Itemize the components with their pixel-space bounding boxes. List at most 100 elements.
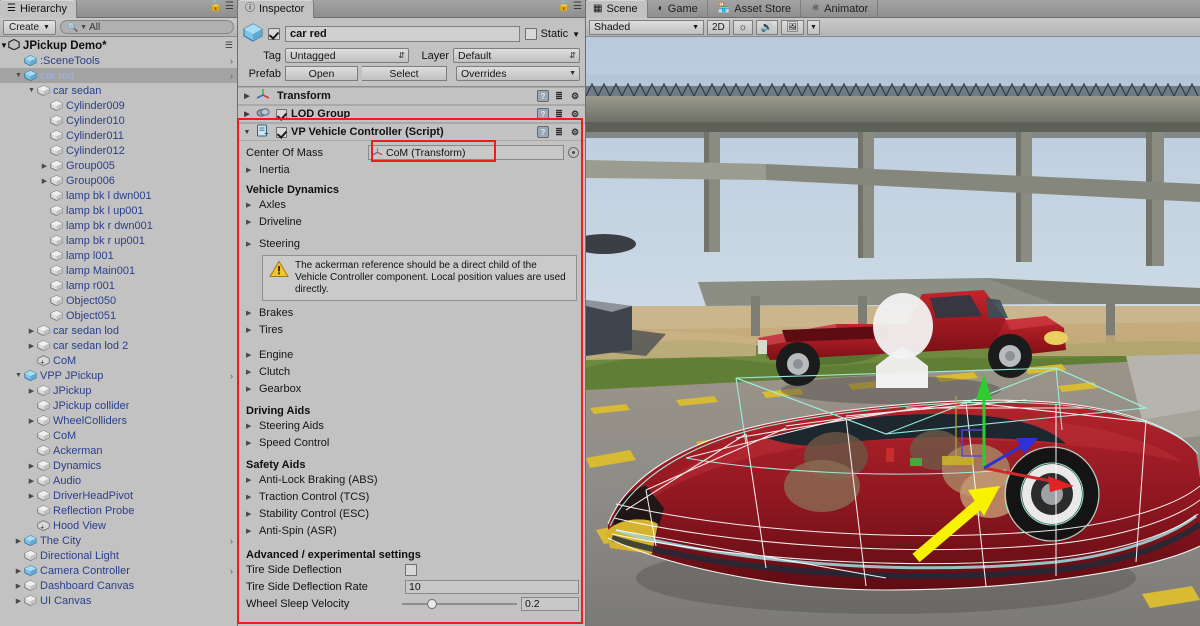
foldout-asr[interactable]: ▶ Anti-Spin (ASR): [238, 522, 585, 539]
chevron-down-icon[interactable]: ▼: [242, 129, 252, 136]
chevron-right-icon[interactable]: ▶: [26, 342, 37, 350]
chevron-right-icon[interactable]: ▶: [13, 597, 24, 605]
hierarchy-item-lamp-bk-r-up001[interactable]: lamp bk r up001: [0, 233, 237, 248]
tab-scene[interactable]: ▦ Scene: [586, 0, 648, 18]
chevron-down-icon[interactable]: ▼: [0, 41, 8, 50]
hierarchy-tree[interactable]: :SceneTools › ▼ car red › ▼ car sedan Cylinder0…: [0, 53, 237, 626]
hierarchy-item-jpickup[interactable]: ▶ JPickup: [0, 383, 237, 398]
hierarchy-item-cylinder011[interactable]: Cylinder011: [0, 128, 237, 143]
hierarchy-item-lamp-bk-l-dwn001[interactable]: lamp bk l dwn001: [0, 188, 237, 203]
hierarchy-item-car-sedan-lod-2[interactable]: ▶ car sedan lod 2: [0, 338, 237, 353]
preset-icon[interactable]: ≣: [553, 126, 565, 138]
foldout-inertia[interactable]: ▶ Inertia: [238, 161, 585, 178]
help-icon[interactable]: ?: [537, 108, 549, 120]
tab-hierarchy[interactable]: ☰ Hierarchy: [0, 0, 78, 18]
prefab-overrides-dropdown[interactable]: Overrides ▼: [456, 66, 580, 81]
tab-asset-store[interactable]: 🏪 Asset Store: [711, 0, 802, 18]
chevron-right-icon[interactable]: ▶: [26, 492, 37, 500]
hierarchy-item-group005[interactable]: ▶ Group005: [0, 158, 237, 173]
hierarchy-item-lamp-l001[interactable]: lamp l001: [0, 248, 237, 263]
wheel-sleep-velocity-input[interactable]: 0.2: [521, 596, 579, 611]
component-header-lod-group[interactable]: ▶ LOD Group ? ≣ ⚙: [238, 105, 585, 123]
hierarchy-search-input[interactable]: 🔍 ▼ All: [59, 20, 234, 34]
foldout-brakes[interactable]: ▶ Brakes: [238, 304, 585, 321]
chevron-down-icon[interactable]: ▼: [13, 72, 24, 79]
hierarchy-item-directional-light[interactable]: Directional Light: [0, 548, 237, 563]
hierarchy-item-reflection-probe[interactable]: Reflection Probe: [0, 503, 237, 518]
hierarchy-item-cylinder009[interactable]: Cylinder009: [0, 98, 237, 113]
scene-audio-toggle[interactable]: 🔊: [755, 19, 779, 35]
chevron-right-icon[interactable]: ▶: [242, 92, 252, 100]
center-of-mass-object-field[interactable]: CoM (Transform): [368, 145, 564, 160]
chevron-right-icon[interactable]: ›: [230, 56, 233, 66]
static-checkbox[interactable]: [524, 28, 537, 40]
hierarchy-item-the-city[interactable]: ▶ The City ›: [0, 533, 237, 548]
gear-icon[interactable]: ⚙: [569, 90, 581, 102]
chevron-right-icon[interactable]: ›: [230, 566, 233, 576]
hierarchy-item-group006[interactable]: ▶ Group006: [0, 173, 237, 188]
hierarchy-item-driverheadpivot[interactable]: ▶ DriverHeadPivot: [0, 488, 237, 503]
foldout-engine[interactable]: ▶ Engine: [238, 346, 585, 363]
chevron-right-icon[interactable]: ▶: [26, 327, 37, 335]
tire-side-deflection-rate-input[interactable]: 10: [405, 579, 579, 594]
wheel-sleep-velocity-slider[interactable]: [402, 597, 517, 611]
hierarchy-item-object051[interactable]: Object051: [0, 308, 237, 323]
scene-effects-dropdown[interactable]: ▼: [806, 19, 820, 35]
hierarchy-item-lamp-bk-r-dwn001[interactable]: lamp bk r dwn001: [0, 218, 237, 233]
hierarchy-item-com[interactable]: + CoM: [0, 353, 237, 368]
hierarchy-item-car-sedan-lod[interactable]: ▶ car sedan lod: [0, 323, 237, 338]
help-icon[interactable]: ?: [537, 90, 549, 102]
hierarchy-item-object050[interactable]: Object050: [0, 293, 237, 308]
chevron-down-icon[interactable]: ▼: [13, 372, 24, 379]
foldout-gearbox[interactable]: ▶ Gearbox: [238, 380, 585, 397]
chevron-right-icon[interactable]: ▶: [13, 582, 24, 590]
chevron-right-icon[interactable]: ›: [230, 536, 233, 546]
hierarchy-item-com[interactable]: CoM: [0, 428, 237, 443]
hierarchy-item-lamp-main001[interactable]: lamp Main001: [0, 263, 237, 278]
component-header-vp-vehicle-controller[interactable]: ▼ + VP Vehicle Controller (Script) ? ≣ ⚙: [238, 123, 585, 141]
panel-menu-icon[interactable]: ☰: [573, 2, 582, 12]
hierarchy-item-ui-canvas[interactable]: ▶ UI Canvas: [0, 593, 237, 608]
chevron-right-icon[interactable]: ▶: [26, 417, 37, 425]
hierarchy-item-jpickup-collider[interactable]: JPickup collider: [0, 398, 237, 413]
hierarchy-item-ackerman[interactable]: Ackerman: [0, 443, 237, 458]
tag-dropdown[interactable]: Untagged ⇵: [285, 48, 409, 63]
hierarchy-item-lamp-bk-l-up001[interactable]: lamp bk l up001: [0, 203, 237, 218]
hierarchy-item-lamp-r001[interactable]: lamp r001: [0, 278, 237, 293]
chevron-right-icon[interactable]: ▶: [13, 537, 24, 545]
chevron-down-icon[interactable]: ▼: [26, 87, 37, 94]
hierarchy-item-hood-view[interactable]: + Hood View: [0, 518, 237, 533]
static-toggle[interactable]: Static ▼: [524, 28, 580, 40]
layer-dropdown[interactable]: Default ⇵: [453, 48, 580, 63]
slider-handle[interactable]: [427, 598, 438, 609]
chevron-right-icon[interactable]: ▶: [26, 477, 37, 485]
panel-menu-icon[interactable]: ☰: [225, 2, 234, 12]
scene-effects-toggle[interactable]: 🖼: [781, 19, 804, 35]
chevron-right-icon[interactable]: ▶: [26, 462, 37, 470]
chevron-right-icon[interactable]: ›: [230, 371, 233, 381]
prefab-open-button[interactable]: Open: [285, 66, 358, 81]
foldout-clutch[interactable]: ▶ Clutch: [238, 363, 585, 380]
scene-viewport[interactable]: [586, 38, 1200, 626]
gameobject-name-input[interactable]: car red: [285, 26, 520, 42]
prefab-select-button[interactable]: Select: [362, 66, 447, 81]
foldout-axles[interactable]: ▶ Axles: [238, 196, 585, 213]
hierarchy-item-cylinder010[interactable]: Cylinder010: [0, 113, 237, 128]
foldout-driveline[interactable]: ▶ Driveline: [238, 213, 585, 230]
chevron-right-icon[interactable]: ▶: [26, 387, 37, 395]
chevron-right-icon[interactable]: ▶: [39, 162, 50, 170]
preset-icon[interactable]: ≣: [553, 90, 565, 102]
hierarchy-item-car-sedan[interactable]: ▼ car sedan: [0, 83, 237, 98]
gear-icon[interactable]: ⚙: [569, 108, 581, 120]
hierarchy-item-dynamics[interactable]: ▶ Dynamics: [0, 458, 237, 473]
lod-group-enabled-checkbox[interactable]: [276, 108, 287, 120]
tire-side-deflection-checkbox[interactable]: [405, 563, 417, 576]
foldout-steering[interactable]: ▶ Steering: [238, 235, 585, 252]
tab-inspector[interactable]: ⓘ Inspector: [238, 0, 315, 18]
gameobject-enabled-checkbox[interactable]: [268, 28, 280, 40]
create-button[interactable]: Create ▼: [3, 19, 56, 35]
foldout-speed-control[interactable]: ▶ Speed Control: [238, 434, 585, 451]
toggle-2d-button[interactable]: 2D: [707, 19, 730, 35]
vehicle-controller-enabled-checkbox[interactable]: [276, 126, 287, 138]
scene-context-menu-icon[interactable]: ☰: [225, 40, 233, 51]
